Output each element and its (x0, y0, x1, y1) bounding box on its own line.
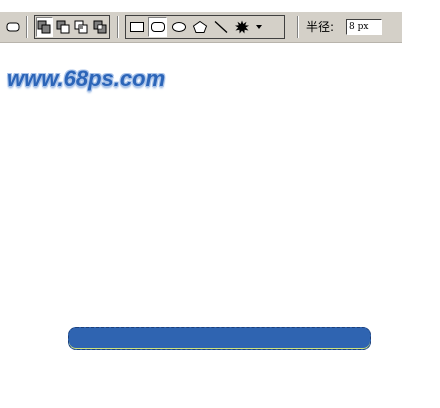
dropdown-arrow-icon (256, 25, 262, 29)
subtract-from-shape-area-icon (56, 20, 70, 34)
line-tool-button[interactable] (211, 17, 230, 37)
rectangle-tool-button[interactable] (127, 17, 146, 37)
radius-label: 半径: (306, 20, 335, 34)
exclude-overlapping-areas-button[interactable] (92, 17, 108, 37)
custom-shape-tool-icon (234, 20, 249, 34)
shape-dropdown-button[interactable] (253, 17, 265, 37)
add-to-shape-area-icon (37, 20, 51, 34)
polygon-tool-button[interactable] (190, 17, 209, 37)
ellipse-tool-button[interactable] (169, 17, 188, 37)
rounded-rectangle-shape[interactable] (68, 327, 371, 350)
options-toolbar: 半径: 8 px (0, 12, 402, 43)
toolbar-separator (117, 16, 119, 38)
intersect-shape-areas-button[interactable] (73, 17, 89, 37)
ellipse-tool-icon (171, 22, 186, 32)
custom-shape-tool-button[interactable] (232, 17, 251, 37)
toolbar-separator (26, 16, 28, 38)
combine-mode-group (34, 15, 110, 39)
radius-input[interactable]: 8 px (346, 19, 382, 35)
polygon-tool-icon (192, 20, 207, 33)
rectangle-tool-icon (129, 22, 144, 32)
rounded-rectangle-tool-button[interactable] (148, 17, 167, 37)
rounded-rectangle-tool-icon (150, 22, 165, 32)
site-watermark: www.68ps.com (7, 66, 166, 91)
add-to-shape-area-button[interactable] (36, 17, 53, 37)
toolbar-separator (297, 16, 299, 38)
rounded-rect-preset-icon (6, 22, 20, 32)
exclude-overlapping-areas-icon (93, 20, 107, 34)
tool-preset-picker[interactable] (5, 20, 21, 34)
shape-tool-group (125, 15, 285, 39)
subtract-from-shape-area-button[interactable] (55, 17, 71, 37)
line-tool-icon (214, 21, 227, 33)
intersect-shape-areas-icon (74, 20, 88, 34)
